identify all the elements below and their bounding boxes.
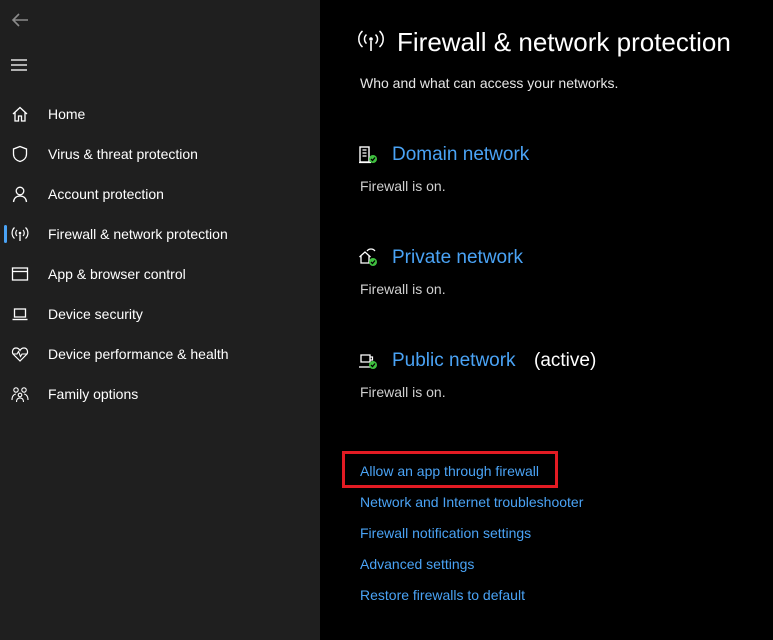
sidebar: Home Virus & threat protection Account p…	[0, 0, 320, 640]
restore-firewalls-default-link[interactable]: Restore firewalls to default	[360, 587, 525, 603]
sidebar-item-label: Account protection	[48, 186, 164, 202]
sidebar-item-home[interactable]: Home	[0, 95, 320, 133]
advanced-settings-link[interactable]: Advanced settings	[360, 556, 474, 572]
back-arrow-icon	[11, 13, 28, 27]
sidebar-item-label: Firewall & network protection	[48, 226, 228, 242]
sidebar-item-label: Family options	[48, 386, 139, 402]
sidebar-item-label: App & browser control	[48, 266, 186, 282]
person-icon	[12, 186, 28, 203]
sidebar-item-label: Home	[48, 106, 86, 122]
home-icon	[12, 106, 28, 122]
page-title: Firewall & network protection	[397, 27, 731, 57]
sidebar-item-app-browser-control[interactable]: App & browser control	[0, 255, 320, 293]
sidebar-item-label: Device performance & health	[48, 346, 229, 362]
menu-button[interactable]	[8, 54, 32, 76]
heart-pulse-icon	[11, 347, 29, 362]
sidebar-item-virus-threat-protection[interactable]: Virus & threat protection	[0, 135, 320, 173]
network-internet-troubleshooter-link[interactable]: Network and Internet troubleshooter	[360, 494, 583, 510]
sidebar-item-label: Device security	[48, 306, 143, 322]
allow-app-through-firewall-link[interactable]: Allow an app through firewall	[360, 463, 539, 479]
laptop-icon	[12, 308, 28, 321]
private-network-icon	[359, 248, 377, 266]
main-content: Firewall & network protection Who and wh…	[320, 0, 773, 640]
sidebar-item-device-security[interactable]: Device security	[0, 295, 320, 333]
sidebar-item-family-options[interactable]: Family options	[0, 375, 320, 413]
selected-indicator	[4, 225, 7, 243]
sidebar-item-account-protection[interactable]: Account protection	[0, 175, 320, 213]
sidebar-item-label: Virus & threat protection	[48, 146, 198, 162]
public-network-link[interactable]: Public network	[392, 350, 516, 372]
browser-window-icon	[11, 267, 29, 281]
antenna-icon	[11, 227, 29, 241]
family-icon	[11, 387, 29, 403]
sidebar-item-firewall-network-protection[interactable]: Firewall & network protection	[0, 215, 320, 253]
sidebar-item-device-performance-health[interactable]: Device performance & health	[0, 335, 320, 373]
private-network-link[interactable]: Private network	[392, 247, 523, 269]
private-network-status: Firewall is on.	[360, 281, 446, 297]
domain-network-status: Firewall is on.	[360, 178, 446, 194]
public-network-status: Firewall is on.	[360, 384, 446, 400]
page-subtitle: Who and what can access your networks.	[360, 75, 619, 91]
hamburger-icon	[11, 59, 27, 71]
back-button[interactable]	[8, 8, 32, 32]
public-network-icon	[359, 354, 377, 369]
domain-network-icon	[359, 146, 377, 164]
active-network-label: (active)	[534, 350, 597, 371]
domain-network-link[interactable]: Domain network	[392, 144, 529, 166]
antenna-icon	[358, 30, 384, 51]
shield-icon	[12, 145, 28, 163]
firewall-notification-settings-link[interactable]: Firewall notification settings	[360, 525, 531, 541]
